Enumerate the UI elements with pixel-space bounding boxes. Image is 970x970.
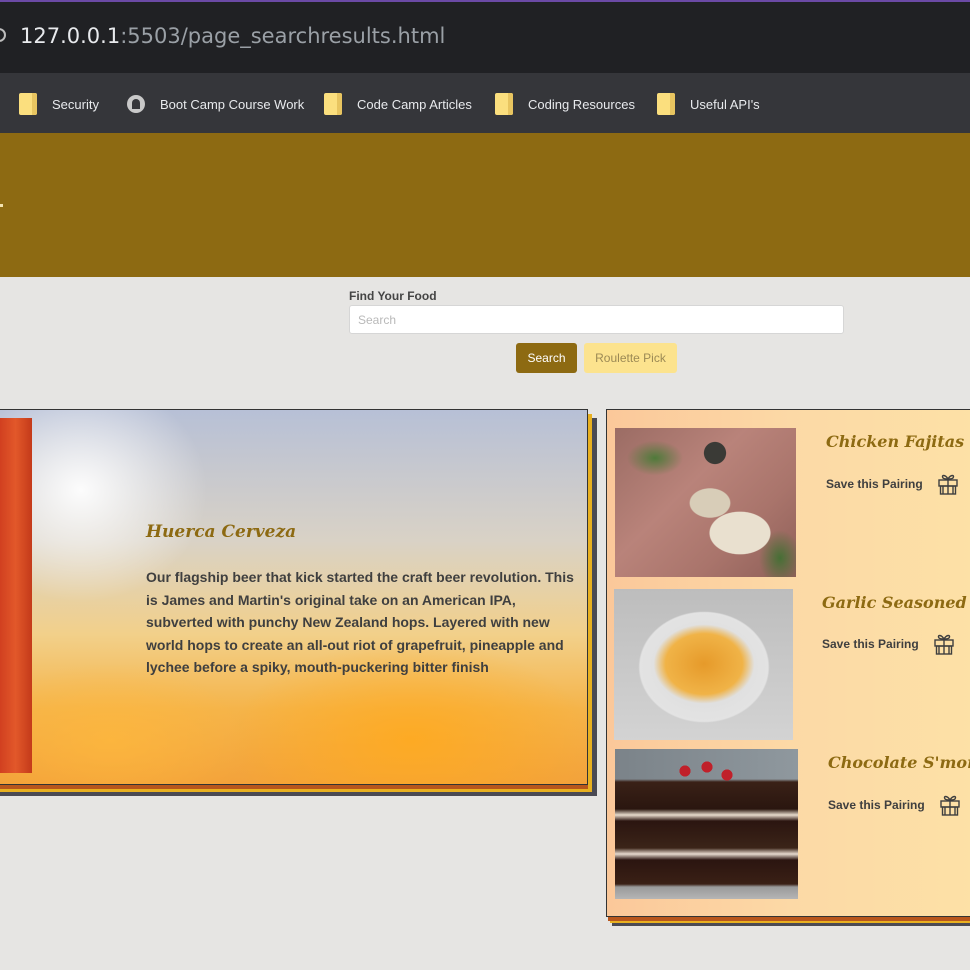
pairing-title: Garlic Seasoned F [822, 593, 970, 612]
bookmark-boot-camp[interactable]: Boot Camp Course Work [127, 92, 304, 116]
save-pairing-label: Save this Pairing [826, 477, 923, 491]
save-pairing-label: Save this Pairing [828, 798, 925, 812]
bookmarks-bar: Security Boot Camp Course Work Code Camp… [0, 73, 970, 133]
bookmark-label: Security [52, 96, 99, 112]
save-pairing-label: Save this Pairing [822, 637, 919, 651]
folder-icon [495, 93, 513, 115]
gift-box-icon [940, 795, 960, 816]
pairing-title: Chocolate S'more [828, 753, 970, 772]
save-pairing-button[interactable]: Save this Pairing [822, 632, 957, 656]
beer-card: Huerca Cerveza Our flagship beer that ki… [0, 409, 588, 785]
bookmark-useful-apis[interactable]: Useful API's [657, 92, 760, 116]
url-text[interactable]: 127.0.0.1:5503/page_searchresults.html [20, 24, 445, 48]
url-host: 127.0.0.1 [20, 24, 121, 48]
github-icon [127, 95, 145, 113]
chocolate-smores-image [615, 749, 798, 899]
url-path: :5503/page_searchresults.html [120, 24, 446, 48]
gift-box-icon [938, 474, 958, 495]
beer-description: Our flagship beer that kick started the … [146, 569, 574, 675]
bookmark-coding-resources[interactable]: Coding Resources [495, 92, 635, 116]
bookmark-label: Code Camp Articles [357, 96, 472, 112]
chicken-fajitas-image [615, 428, 796, 577]
pairing-title: Chicken Fajitas [826, 432, 965, 451]
site-header-banner [0, 133, 970, 277]
gift-box-icon [934, 634, 954, 655]
site-info-icon[interactable] [0, 28, 6, 42]
save-pairing-button[interactable]: Save this Pairing [826, 472, 961, 496]
search-label: Find Your Food [349, 289, 437, 303]
garlic-fries-image [614, 589, 793, 740]
folder-icon [324, 93, 342, 115]
bookmark-label: Coding Resources [528, 96, 635, 112]
bookmark-label: Boot Camp Course Work [160, 96, 305, 112]
folder-icon [657, 93, 675, 115]
bookmark-code-camp-articles[interactable]: Code Camp Articles [324, 92, 472, 116]
browser-url-bar: 127.0.0.1:5503/page_searchresults.html [0, 0, 970, 73]
header-edge-mark [0, 204, 3, 207]
search-button[interactable]: Search [516, 343, 577, 373]
save-pairing-button[interactable]: Save this Pairing [828, 793, 963, 817]
beer-name: Huerca Cerveza [146, 522, 297, 542]
beer-can-image [0, 418, 32, 773]
folder-icon [19, 93, 37, 115]
bookmark-label: Useful API's [690, 96, 760, 112]
bookmark-security[interactable]: Security [19, 92, 99, 116]
search-input[interactable] [349, 305, 844, 334]
roulette-pick-button[interactable]: Roulette Pick [584, 343, 677, 373]
food-pairings-card: Chicken Fajitas Save this Pairing Garlic… [606, 409, 970, 917]
